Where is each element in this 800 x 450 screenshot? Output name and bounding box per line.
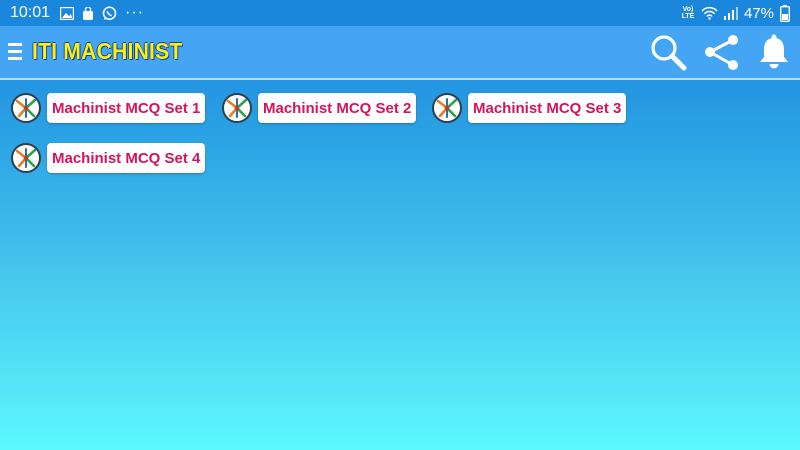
battery-icon xyxy=(780,4,790,22)
set-button-3[interactable]: Machinist MCQ Set 3 xyxy=(468,93,627,123)
app-title: ITI MACHINIST xyxy=(32,38,183,64)
signal-icon xyxy=(723,6,738,20)
status-time: 10:01 xyxy=(10,4,51,21)
set-item-4[interactable]: Machinist MCQ Set 4 xyxy=(11,142,206,174)
set-logo-icon xyxy=(11,93,41,123)
set-item-3[interactable]: Machinist MCQ Set 3 xyxy=(432,92,627,124)
lte-label: LTE xyxy=(681,13,695,20)
app-bar: ITI MACHINIST xyxy=(0,26,800,80)
bag-icon xyxy=(82,6,94,20)
set-item-2[interactable]: Machinist MCQ Set 2 xyxy=(222,92,417,124)
whatsapp-icon xyxy=(102,5,117,21)
status-bar: 10:01 ··· Vo) LTE 47% xyxy=(0,0,800,26)
set-button-4[interactable]: Machinist MCQ Set 4 xyxy=(47,143,206,173)
volte-label: Vo) xyxy=(682,6,694,13)
image-icon xyxy=(60,6,75,20)
set-item-1[interactable]: Machinist MCQ Set 1 xyxy=(11,92,206,124)
menu-icon[interactable] xyxy=(8,43,22,61)
share-button[interactable] xyxy=(703,33,741,71)
notifications-button[interactable] xyxy=(756,33,794,71)
share-icon xyxy=(705,35,738,70)
set-button-1[interactable]: Machinist MCQ Set 1 xyxy=(47,93,206,123)
search-icon xyxy=(651,35,687,71)
search-button[interactable] xyxy=(649,33,687,71)
set-logo-icon xyxy=(432,93,462,123)
set-button-2[interactable]: Machinist MCQ Set 2 xyxy=(258,93,417,123)
volte-icon: Vo) LTE xyxy=(681,6,695,20)
bell-icon xyxy=(760,34,788,69)
set-logo-icon xyxy=(11,143,41,173)
set-logo-icon xyxy=(222,93,252,123)
more-dots-icon: ··· xyxy=(125,4,145,21)
battery-percent: 47% xyxy=(743,4,774,22)
wifi-icon xyxy=(701,6,718,20)
